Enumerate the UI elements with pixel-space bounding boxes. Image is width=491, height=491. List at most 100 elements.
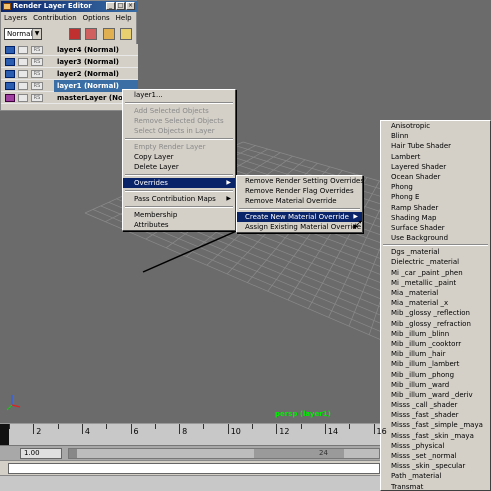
menu-item-material[interactable]: Phong E bbox=[381, 192, 490, 202]
visibility-toggle-icon[interactable] bbox=[18, 94, 28, 102]
layer-name[interactable]: layer3 (Normal) bbox=[54, 56, 138, 68]
timeline-tick bbox=[81, 424, 83, 434]
playhead[interactable] bbox=[0, 424, 9, 446]
layer-row[interactable]: RS layer4 (Normal) bbox=[1, 44, 138, 56]
menu-item-material[interactable]: Mib _illum _lambert bbox=[381, 359, 490, 369]
menu-item-material[interactable]: Blinn bbox=[381, 131, 490, 141]
visibility-toggle-icon[interactable] bbox=[18, 58, 28, 66]
menu-item-material[interactable]: Misss _fast _skin _maya bbox=[381, 431, 490, 441]
menu-item-material[interactable]: Ocean Shader bbox=[381, 172, 490, 182]
menu-item-assign-material-override[interactable]: Assign Existing Material Override ▶ bbox=[237, 222, 362, 232]
range-slider[interactable]: 24 bbox=[68, 448, 380, 459]
menu-item-material[interactable]: Phong bbox=[381, 182, 490, 192]
render-settings-icon[interactable] bbox=[69, 28, 81, 40]
render-view-icon[interactable] bbox=[85, 28, 97, 40]
menu-item-material[interactable]: Surface Shader bbox=[381, 223, 490, 233]
recycle-icon[interactable]: RS bbox=[31, 94, 43, 102]
recycle-icon[interactable]: RS bbox=[31, 46, 43, 54]
menu-item-create-material-override[interactable]: Create New Material Override ▶ bbox=[237, 212, 362, 222]
menu-item-remove-flag-overrides[interactable]: Remove Render Flag Overrides bbox=[237, 186, 362, 196]
menu-item-material[interactable]: Misss _fast _simple _maya bbox=[381, 420, 490, 430]
menu-item-material[interactable]: Misss _call _shader bbox=[381, 400, 490, 410]
menu-item-material[interactable]: Mib _illum _blinn bbox=[381, 329, 490, 339]
menu-item-material[interactable]: Misss _set _normal bbox=[381, 451, 490, 461]
menu-item-material[interactable]: Misss _skin _specular bbox=[381, 461, 490, 471]
render-toggle-icon[interactable] bbox=[5, 70, 15, 78]
recycle-icon[interactable]: RS bbox=[31, 70, 43, 78]
visibility-toggle-icon[interactable] bbox=[18, 46, 28, 54]
layer-row[interactable]: RS layer2 (Normal) bbox=[1, 68, 138, 80]
menu-item-material[interactable]: Dielectric _material bbox=[381, 257, 490, 267]
recycle-icon[interactable]: RS bbox=[31, 58, 43, 66]
render-toggle-icon[interactable] bbox=[5, 58, 15, 66]
menu-item-membership[interactable]: Membership bbox=[123, 210, 235, 220]
layer-name[interactable]: layer2 (Normal) bbox=[54, 68, 138, 80]
mode-select[interactable]: Normal ▼ bbox=[4, 28, 42, 40]
menu-item-delete-layer[interactable]: Delete Layer bbox=[123, 162, 235, 172]
maximize-button[interactable]: □ bbox=[116, 2, 125, 10]
menu-item-remove-render-overrides[interactable]: Remove Render Setting Overrides bbox=[237, 176, 364, 186]
recycle-icon[interactable]: RS bbox=[31, 82, 43, 90]
range-start-handle[interactable] bbox=[69, 449, 77, 458]
timeline-tick bbox=[33, 424, 35, 434]
visibility-toggle-icon[interactable] bbox=[18, 70, 28, 78]
visibility-toggle-icon[interactable] bbox=[18, 82, 28, 90]
menu-item-material[interactable]: Ramp Shader bbox=[381, 203, 490, 213]
menu-item-layer-name[interactable]: layer1... bbox=[123, 90, 235, 100]
menu-item-material[interactable]: Mi _metallic _paint bbox=[381, 278, 490, 288]
menu-item-material[interactable]: Mib _glossy _refraction bbox=[381, 319, 490, 329]
menu-item-material[interactable]: Transmat bbox=[381, 482, 490, 490]
menu-item-remove-material-override[interactable]: Remove Material Override bbox=[237, 196, 362, 206]
create-layer-selected-icon[interactable] bbox=[120, 28, 132, 40]
time-slider[interactable]: 2 4 6 8 10 12 14 16 bbox=[0, 423, 387, 446]
menu-item-material[interactable]: Mib _illum _hair bbox=[381, 349, 490, 359]
render-toggle-icon[interactable] bbox=[5, 94, 15, 102]
layer-name[interactable]: layer4 (Normal) bbox=[54, 44, 138, 56]
close-button[interactable]: × bbox=[126, 2, 135, 10]
menu-item-material[interactable]: Dgs _material bbox=[381, 247, 490, 257]
menu-help[interactable]: Help bbox=[113, 13, 135, 24]
menu-item-material[interactable]: Hair Tube Shader bbox=[381, 141, 490, 151]
menu-item-material[interactable]: Misss _physical bbox=[381, 441, 490, 451]
menu-contribution[interactable]: Contribution bbox=[30, 13, 79, 24]
menu-item-material[interactable]: Mib _illum _ward bbox=[381, 380, 490, 390]
range-end-handle[interactable] bbox=[254, 449, 344, 458]
menu-item-select-objects: Select Objects in Layer bbox=[134, 127, 215, 135]
menu-item-material[interactable]: Mib _illum _phong bbox=[381, 370, 490, 380]
menu-options[interactable]: Options bbox=[80, 13, 113, 24]
menu-item-material[interactable]: Mi _car _paint _phen bbox=[381, 268, 490, 278]
timeline-tick-label: 10 bbox=[230, 427, 241, 436]
menu-item-material[interactable]: Mib _illum _ward _deriv bbox=[381, 390, 490, 400]
menu-item-material[interactable]: Lambert bbox=[381, 152, 490, 162]
menu-item-material[interactable]: Shading Map bbox=[381, 213, 490, 223]
render-toggle-icon[interactable] bbox=[5, 46, 15, 54]
menu-separator bbox=[125, 206, 233, 208]
menu-item-material[interactable]: Use Background bbox=[381, 233, 490, 243]
menu-layers[interactable]: Layers bbox=[1, 13, 30, 24]
menu-item-material[interactable]: Mib _glossy _reflection bbox=[381, 308, 490, 318]
layer-row-selected[interactable]: RS layer1 (Normal) bbox=[1, 80, 138, 92]
menu-item-material[interactable]: Anisotropic bbox=[381, 121, 490, 131]
timeline-tick bbox=[227, 424, 229, 434]
timeline-tick bbox=[373, 424, 375, 434]
create-layer-icon[interactable] bbox=[103, 28, 115, 40]
menu-item-attributes[interactable]: Attributes bbox=[123, 220, 235, 230]
menu-item-material[interactable]: Misss _fast _shader bbox=[381, 410, 490, 420]
menu-item-material[interactable]: Mia _material bbox=[381, 288, 490, 298]
camera-label: persp (layer1) bbox=[275, 410, 331, 418]
minimize-button[interactable]: _ bbox=[106, 2, 115, 10]
render-toggle-icon[interactable] bbox=[5, 82, 15, 90]
layer-row[interactable]: RS layer3 (Normal) bbox=[1, 56, 138, 68]
menu-item-copy-layer[interactable]: Copy Layer bbox=[123, 152, 235, 162]
menu-item-material[interactable]: Mia _material _x bbox=[381, 298, 490, 308]
menu-item-material[interactable]: Layered Shader bbox=[381, 162, 490, 172]
menu-item-material[interactable]: Mib _illum _cooktorr bbox=[381, 339, 490, 349]
menu-item-material[interactable]: Path _material bbox=[381, 471, 490, 481]
command-input[interactable] bbox=[8, 463, 380, 474]
command-line-bar bbox=[0, 460, 380, 475]
window-title: Render Layer Editor bbox=[13, 2, 92, 10]
menu-item-overrides[interactable]: Overrides ▶ bbox=[123, 178, 235, 188]
layer-row-master[interactable]: RS masterLayer (Normal) bbox=[1, 92, 138, 104]
start-time-field[interactable]: 1.00 bbox=[20, 448, 62, 459]
menu-item-pass-maps[interactable]: Pass Contribution Maps ▶ bbox=[123, 194, 235, 204]
